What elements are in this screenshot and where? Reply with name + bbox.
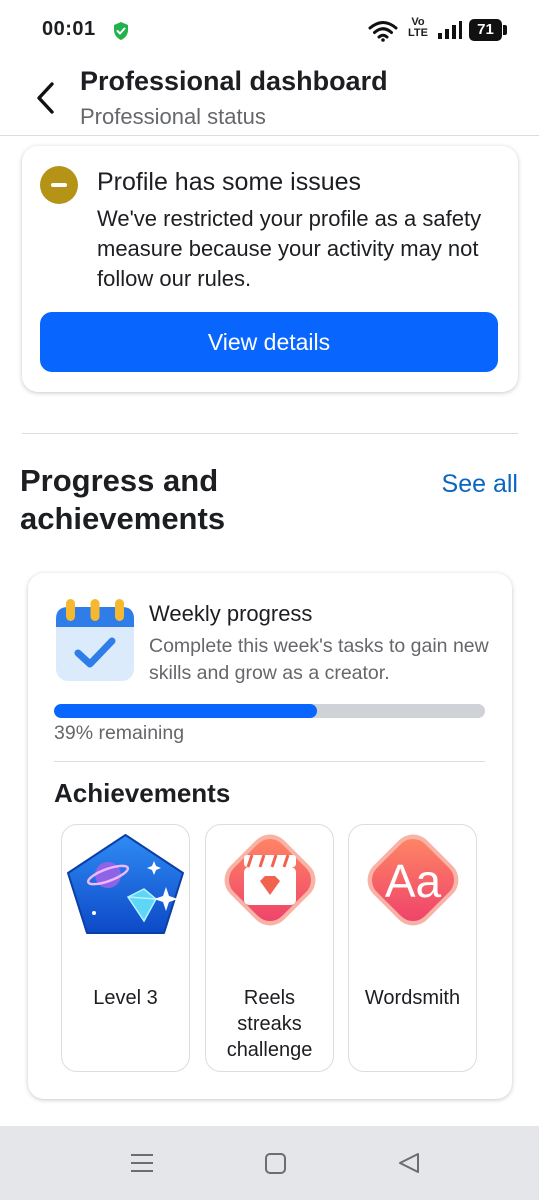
profile-issue-card: Profile has some issues We've restricted…: [22, 146, 518, 392]
section-divider: [22, 433, 518, 434]
weekly-progress-card[interactable]: Weekly progress Complete this week's tas…: [28, 573, 512, 1099]
achievements-title: Achievements: [54, 778, 231, 808]
page-header: Professional dashboard Professional stat…: [0, 60, 539, 136]
achievement-label: Level 3: [93, 987, 158, 1009]
issue-title: Profile has some issues: [97, 168, 362, 196]
back-button[interactable]: [26, 78, 66, 118]
achievement-badge[interactable]: Reels streaks challenge: [205, 824, 334, 1072]
status-time: 00:01: [42, 18, 96, 40]
volte-indicator: Vo LTE: [408, 17, 428, 39]
progress-remaining-label: 39% remaining: [54, 722, 185, 744]
achievement-badge[interactable]: Aa Wordsmith: [348, 824, 477, 1072]
achievement-label: Reels streaks challenge: [226, 987, 313, 1061]
clapperboard-gem-badge-icon: [224, 834, 316, 926]
page-title: Professional dashboard: [80, 66, 388, 96]
planet-gem-badge-icon: [67, 834, 184, 934]
view-details-button[interactable]: View details: [40, 312, 498, 372]
status-bar: 00:01 Vo LTE 71: [0, 0, 539, 60]
weekly-progress-bar: [54, 704, 485, 718]
calendar-check-icon: [56, 599, 134, 681]
wifi-icon: [368, 21, 398, 42]
signal-strength-icon: [438, 21, 462, 39]
chevron-left-icon: [37, 82, 54, 114]
page-subtitle: Professional status: [80, 104, 266, 129]
home-icon[interactable]: [265, 1153, 286, 1174]
battery-level: 71: [477, 21, 494, 38]
card-divider: [54, 761, 485, 762]
weekly-progress-fill: [54, 704, 317, 718]
shield-check-icon: [114, 22, 128, 40]
text-aa-badge-icon: Aa: [367, 834, 459, 926]
minus-circle-icon: [40, 166, 78, 204]
issue-description: We've restricted your profile as a safet…: [97, 206, 482, 291]
achievement-label: Wordsmith: [364, 987, 461, 1009]
battery-icon: 71: [469, 19, 507, 41]
progress-section-title: Progress and achievements: [20, 463, 226, 536]
recent-apps-icon[interactable]: [131, 1153, 153, 1173]
weekly-progress-title: Weekly progress: [149, 601, 313, 626]
achievement-badge[interactable]: Level 3: [61, 824, 190, 1072]
svg-text:Aa: Aa: [385, 855, 442, 907]
weekly-progress-description: Complete this week's tasks to gain new s…: [149, 635, 489, 684]
see-all-link[interactable]: See all: [442, 470, 518, 499]
system-navigation-bar: [0, 1126, 539, 1200]
back-triangle-icon[interactable]: [397, 1152, 421, 1174]
volte-bottom-text: LTE: [408, 27, 428, 39]
